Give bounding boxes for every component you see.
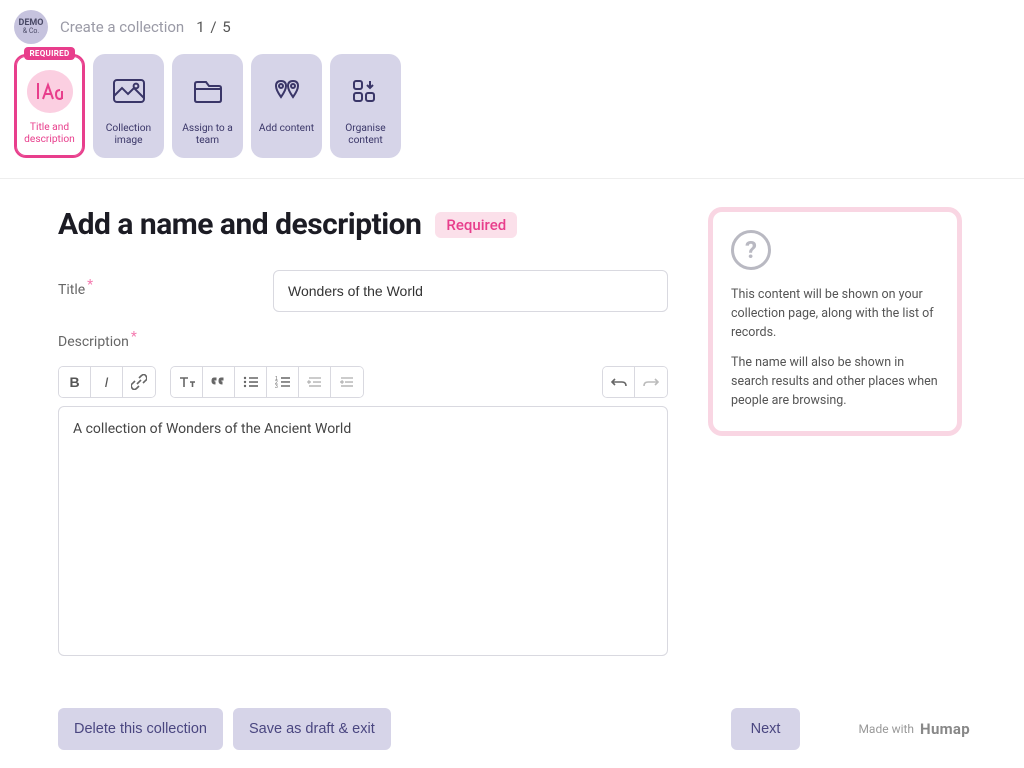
outdent-icon [307,375,323,389]
step-label: Assign to a team [176,123,239,147]
heading-icon [178,375,196,389]
undo-icon [611,376,627,388]
folder-icon [185,68,231,114]
description-label-text: Description [58,334,129,350]
numbered-list-icon: 123 [275,375,291,389]
quote-button[interactable] [203,367,235,397]
undo-button[interactable] [603,367,635,397]
bold-icon: B [69,374,79,390]
help-text-2: The name will also be shown in search re… [731,354,939,410]
header-bar: DEMO & Co. Create a collection 1 / 5 [0,0,1024,48]
step-label: Organise content [334,123,397,147]
step-collection-image[interactable]: Collection image [93,54,164,158]
page-title: Add a name and description [58,207,421,242]
step-label: Add content [259,123,314,135]
made-with-text: Made with [858,722,914,736]
footer-bar: Delete this collection Save as draft & e… [0,660,1024,750]
form-column: Add a name and description Required Titl… [58,207,668,660]
redo-button[interactable] [635,367,667,397]
title-label-text: Title [58,282,85,298]
description-editor[interactable] [58,406,668,656]
pins-icon [264,68,310,114]
heading-row: Add a name and description Required [58,207,668,242]
text-aa-icon [27,70,73,113]
help-icon: ? [731,230,771,270]
italic-button[interactable]: I [91,367,123,397]
made-with: Made with Humap [858,720,970,738]
outdent-button[interactable] [299,367,331,397]
save-draft-button[interactable]: Save as draft & exit [233,708,391,750]
bullet-list-icon [243,375,259,389]
brand-name: Humap [920,720,970,738]
link-button[interactable] [123,367,155,397]
heading-button[interactable] [171,367,203,397]
description-label: Description* [58,334,668,350]
step-label: Collection image [97,123,160,147]
toolbar-group-history [602,366,668,398]
toolbar-group-block: 123 [170,366,364,398]
svg-text:3: 3 [275,384,278,389]
help-text-1: This content will be shown on your colle… [731,286,939,342]
title-field-row: Title* [58,270,668,312]
step-organise-content[interactable]: Organise content [330,54,401,158]
indent-icon [339,375,355,389]
bullet-list-button[interactable] [235,367,267,397]
required-pill: Required [435,212,517,238]
bold-button[interactable]: B [59,367,91,397]
breadcrumb: Create a collection [60,18,184,36]
step-counter: 1 / 5 [196,18,232,36]
required-asterisk: * [131,329,137,345]
toolbar-group-text: B I [58,366,156,398]
italic-icon: I [105,374,109,390]
step-label: Title and description [20,122,79,146]
quote-icon [211,375,227,389]
help-box: ? This content will be shown on your col… [708,207,962,436]
step-add-content[interactable]: Add content [251,54,322,158]
next-button[interactable]: Next [731,708,801,750]
step-title-description[interactable]: REQUIRED Title and description [14,54,85,158]
delete-collection-button[interactable]: Delete this collection [58,708,223,750]
step-tiles: REQUIRED Title and description Collectio… [0,48,1024,179]
required-tag: REQUIRED [24,47,76,60]
numbered-list-button[interactable]: 123 [267,367,299,397]
grid-arrows-icon [343,68,389,114]
logo-line2: & Co. [23,28,40,35]
image-icon [106,68,152,114]
step-assign-team[interactable]: Assign to a team [172,54,243,158]
title-label: Title* [58,270,253,298]
help-column: ? This content will be shown on your col… [708,207,962,660]
tenant-logo: DEMO & Co. [14,10,48,44]
redo-icon [643,376,659,388]
main-content: Add a name and description Required Titl… [0,179,1024,660]
link-icon [131,374,147,390]
indent-button[interactable] [331,367,363,397]
editor-toolbar: B I 123 [58,366,668,398]
required-asterisk: * [87,277,93,293]
title-input[interactable] [273,270,668,312]
